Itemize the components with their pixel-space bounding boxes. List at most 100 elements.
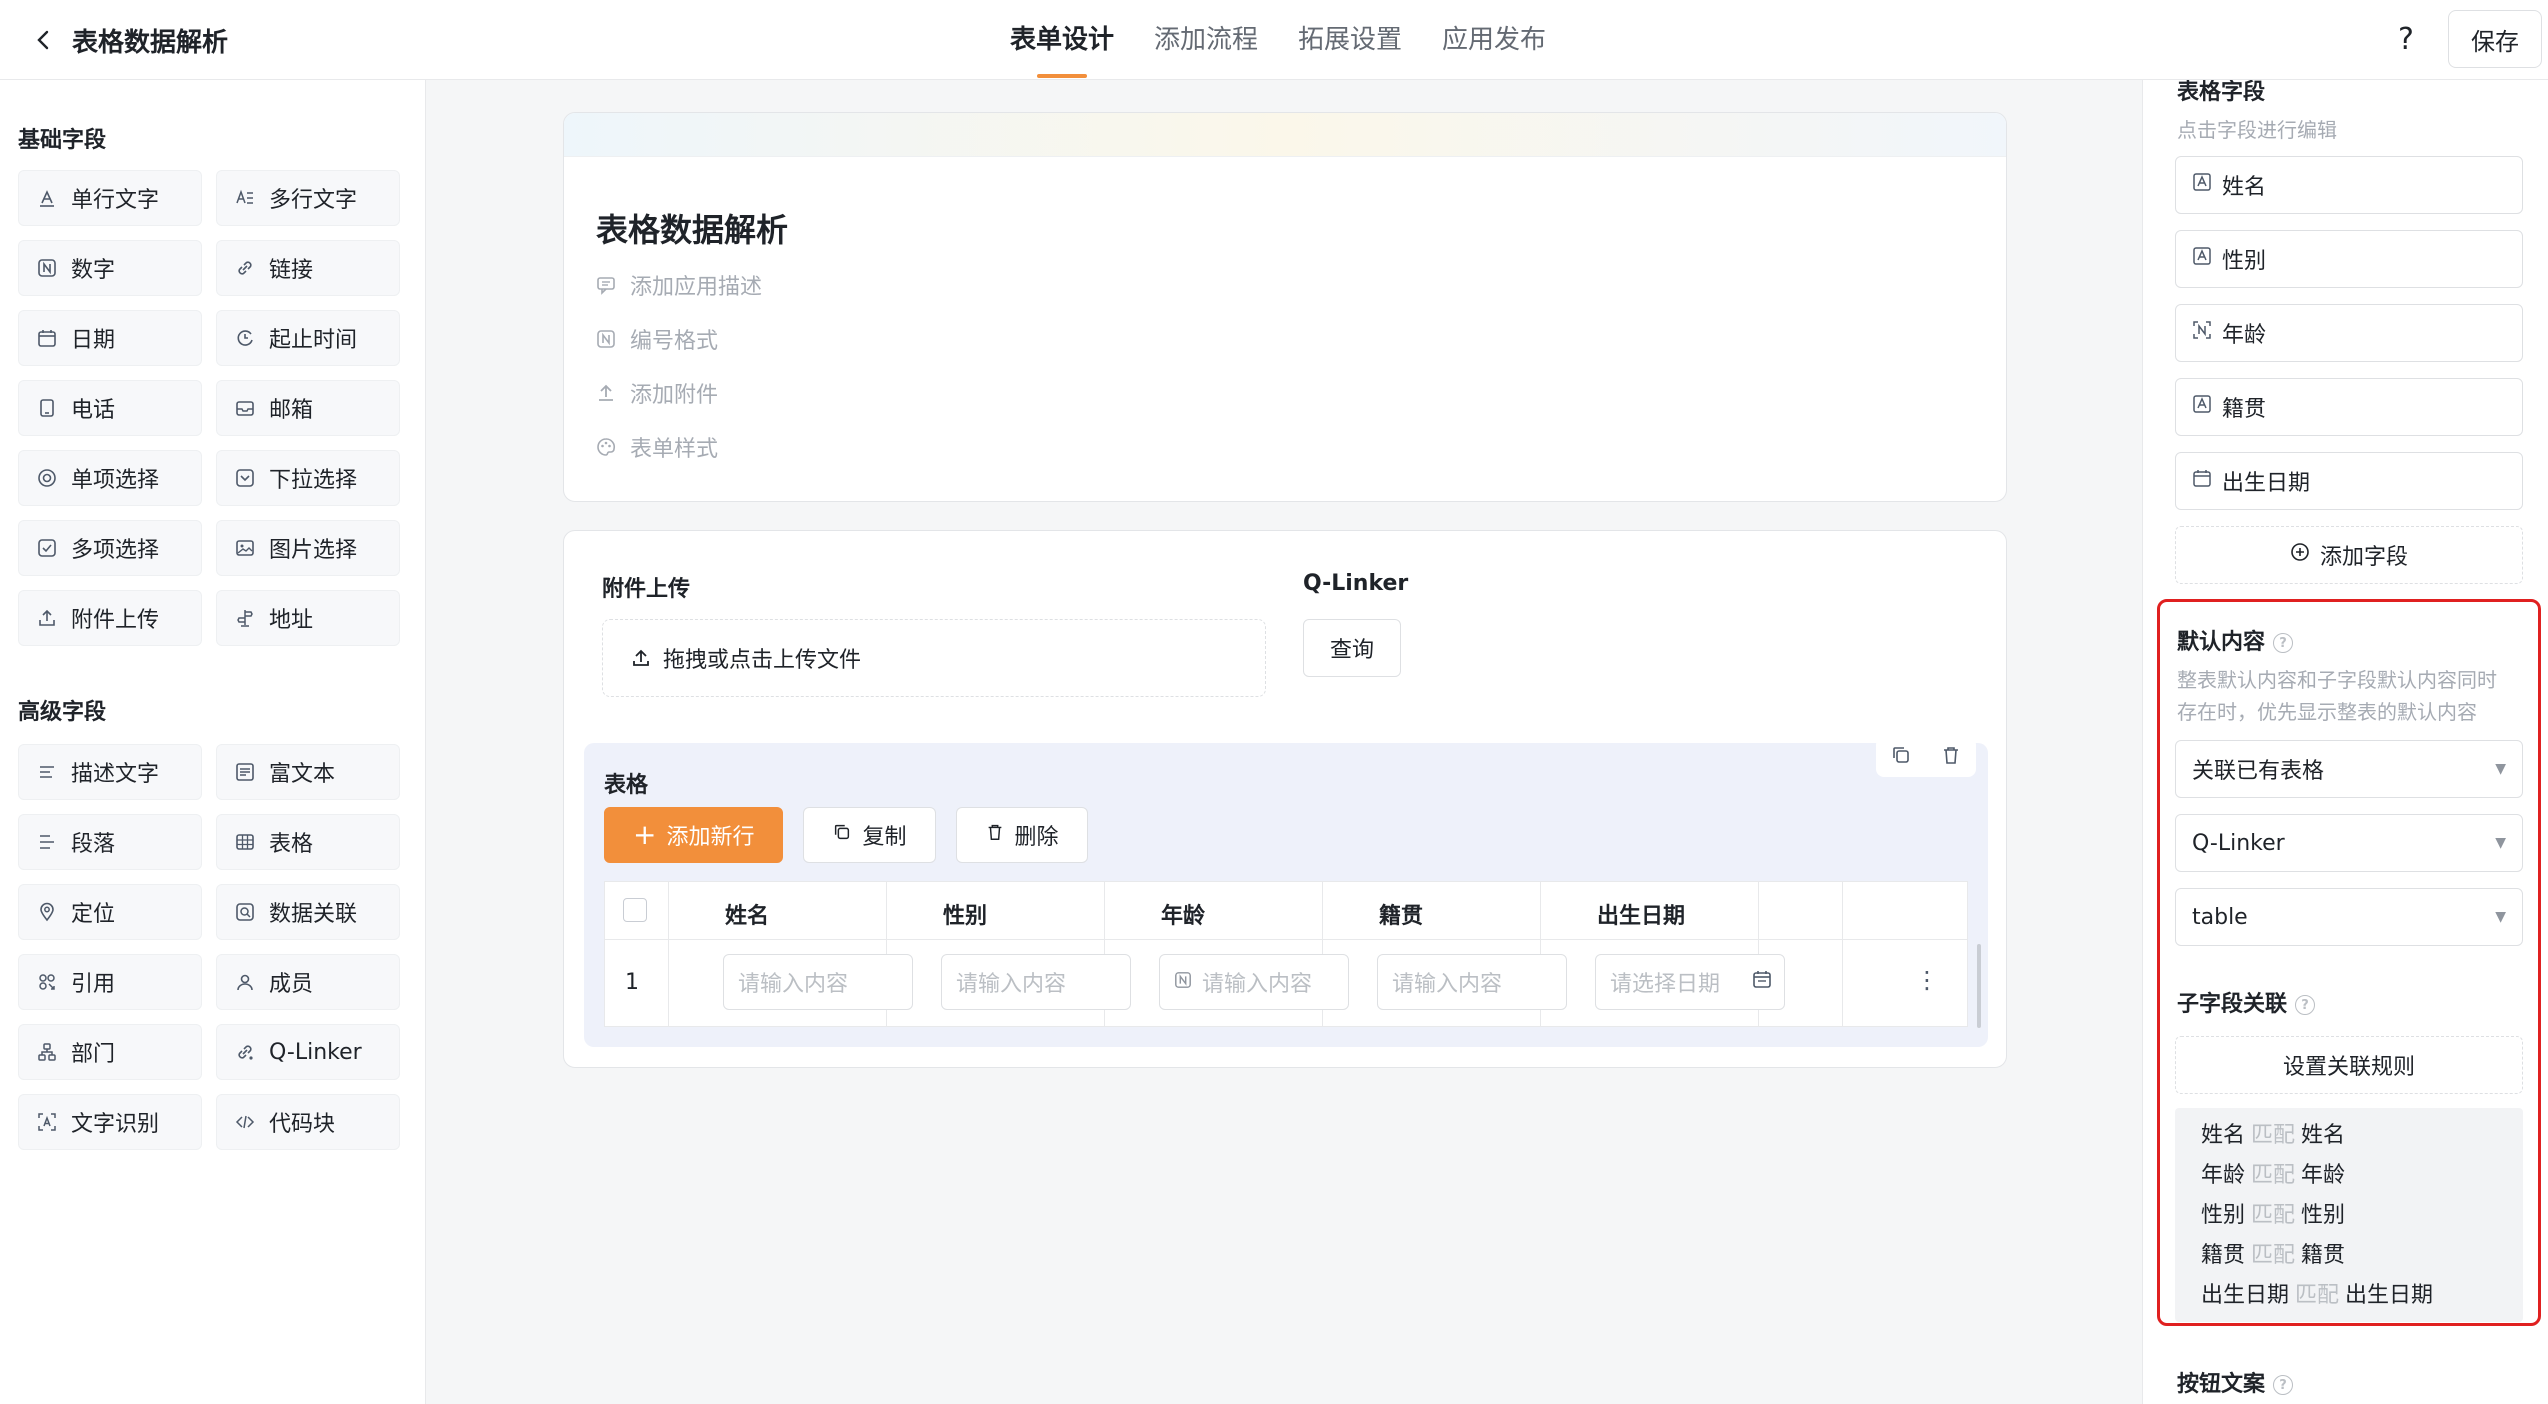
select-all-checkbox[interactable] bbox=[623, 898, 647, 922]
number-field-icon bbox=[2192, 320, 2212, 346]
field-type-code[interactable]: 代码块 bbox=[216, 1094, 400, 1150]
tab-extension-settings[interactable]: 拓展设置 bbox=[1298, 0, 1402, 80]
field-type-rich-text[interactable]: 富文本 bbox=[216, 744, 400, 800]
save-button[interactable]: 保存 bbox=[2448, 10, 2542, 68]
table-scrollbar[interactable] bbox=[1977, 944, 1981, 1028]
set-mapping-rule-button[interactable]: 设置关联规则 bbox=[2175, 1036, 2523, 1094]
birthdate-input[interactable]: 请选择日期 bbox=[1595, 954, 1785, 1010]
age-placeholder: 请输入内容 bbox=[1202, 972, 1313, 997]
table-field-label: 性别 bbox=[2222, 249, 2267, 274]
form-title[interactable]: 表格数据解析 bbox=[596, 205, 788, 251]
back-button[interactable] bbox=[24, 20, 64, 60]
column-header: 籍贯 bbox=[1379, 904, 1424, 929]
reference-icon bbox=[37, 972, 57, 992]
field-type-label: 引用 bbox=[71, 972, 116, 997]
text-field-icon bbox=[2192, 394, 2212, 420]
add-description-link[interactable]: 添加应用描述 bbox=[596, 269, 762, 301]
field-type-label: 多行文字 bbox=[269, 188, 358, 213]
tab-form-design[interactable]: 表单设计 bbox=[1010, 0, 1114, 80]
field-type-location[interactable]: 定位 bbox=[18, 884, 202, 940]
field-type-single-text[interactable]: 单行文字 bbox=[18, 170, 202, 226]
field-type-phone[interactable]: 电话 bbox=[18, 380, 202, 436]
default-content-desc: 整表默认内容和子字段默认内容同时 bbox=[2177, 668, 2497, 692]
field-type-mail[interactable]: 邮箱 bbox=[216, 380, 400, 436]
plus-icon: + bbox=[633, 818, 657, 851]
table-field-item[interactable]: 年龄 bbox=[2175, 304, 2523, 362]
mapping-source: 性别 bbox=[2201, 1203, 2246, 1228]
field-type-data-link[interactable]: 数据关联 bbox=[216, 884, 400, 940]
field-type-q-linker[interactable]: Q-Linker bbox=[216, 1024, 400, 1080]
table-row: 1 请输入内容 请输入内容 请输入内容 请输入内容 请选择日期 ⋮ bbox=[605, 940, 1967, 1028]
table-field-item[interactable]: 性别 bbox=[2175, 230, 2523, 288]
copy-row-label: 复制 bbox=[862, 825, 907, 850]
add-attachment-label: 添加附件 bbox=[630, 383, 719, 408]
field-type-table[interactable]: 表格 bbox=[216, 814, 400, 870]
field-type-ocr[interactable]: 文字识别 bbox=[18, 1094, 202, 1150]
add-field-button[interactable]: 添加字段 bbox=[2175, 526, 2523, 584]
field-type-member[interactable]: 成员 bbox=[216, 954, 400, 1010]
field-type-link[interactable]: 链接 bbox=[216, 240, 400, 296]
subfield-mapping-title: 子字段关联? bbox=[2177, 986, 2316, 1018]
file-upload-dropzone[interactable]: 拖拽或点击上传文件 bbox=[602, 619, 1266, 697]
table-field-item[interactable]: 姓名 bbox=[2175, 156, 2523, 214]
field-type-time-range[interactable]: 起止时间 bbox=[216, 310, 400, 366]
top-bar: 表格数据解析 表单设计 添加流程 拓展设置 应用发布 ? 保存 bbox=[0, 0, 2548, 80]
field-type-image[interactable]: 图片选择 bbox=[216, 520, 400, 576]
main-tabs: 表单设计 添加流程 拓展设置 应用发布 bbox=[1010, 0, 1546, 80]
field-type-address[interactable]: 地址 bbox=[216, 590, 400, 646]
mapping-target: 姓名 bbox=[2301, 1123, 2346, 1148]
mapping-row: 出生日期 匹配 出生日期 bbox=[2201, 1276, 2523, 1316]
field-type-department[interactable]: 部门 bbox=[18, 1024, 202, 1080]
field-type-upload[interactable]: 附件上传 bbox=[18, 590, 202, 646]
question-icon[interactable]: ? bbox=[2295, 995, 2316, 1015]
copy-icon bbox=[832, 822, 852, 848]
table-select[interactable]: table ▼ bbox=[2175, 888, 2523, 946]
form-style-link[interactable]: 表单样式 bbox=[596, 431, 718, 463]
add-attachment-link[interactable]: 添加附件 bbox=[596, 377, 718, 409]
query-button[interactable]: 查询 bbox=[1303, 619, 1401, 677]
field-type-radio[interactable]: 单项选择 bbox=[18, 450, 202, 506]
age-input[interactable]: 请输入内容 bbox=[1159, 954, 1349, 1010]
member-icon bbox=[235, 972, 255, 992]
field-type-dropdown[interactable]: 下拉选择 bbox=[216, 450, 400, 506]
hometown-input[interactable]: 请输入内容 bbox=[1377, 954, 1567, 1010]
field-type-label: 多项选择 bbox=[71, 538, 160, 563]
plus-circle-icon bbox=[2290, 542, 2310, 568]
field-type-checkbox[interactable]: 多项选择 bbox=[18, 520, 202, 576]
tab-app-publish[interactable]: 应用发布 bbox=[1442, 0, 1546, 80]
field-type-multi-text[interactable]: 多行文字 bbox=[216, 170, 400, 226]
question-icon[interactable]: ? bbox=[2273, 633, 2294, 653]
form-header-card[interactable]: 表格数据解析 添加应用描述 编号格式 添加附件 表单样式 bbox=[563, 112, 2007, 502]
tab-add-flow[interactable]: 添加流程 bbox=[1154, 0, 1258, 80]
copy-icon[interactable] bbox=[1890, 744, 1912, 770]
trash-icon[interactable] bbox=[1940, 744, 1962, 770]
source-type-select[interactable]: 关联已有表格 ▼ bbox=[2175, 740, 2523, 798]
add-row-button[interactable]: + 添加新行 bbox=[604, 807, 784, 863]
name-input[interactable]: 请输入内容 bbox=[723, 954, 913, 1010]
table-field[interactable]: 表格 + 添加新行 复制 删除 姓名 性别 年龄 籍贯 出生日期 1 请输入内容… bbox=[584, 737, 1988, 1047]
table-field-item[interactable]: 籍贯 bbox=[2175, 378, 2523, 436]
field-type-label: 段落 bbox=[71, 832, 116, 857]
question-icon[interactable]: ? bbox=[2273, 1375, 2294, 1395]
field-type-label: 定位 bbox=[71, 902, 116, 927]
field-type-paragraph[interactable]: 段落 bbox=[18, 814, 202, 870]
form-canvas: 表格数据解析 添加应用描述 编号格式 添加附件 表单样式 附件上传 拖拽或点击上… bbox=[427, 80, 2141, 1404]
help-button[interactable]: ? bbox=[2384, 18, 2428, 62]
copy-row-button[interactable]: 复制 bbox=[803, 807, 936, 863]
match-word: 匹配 bbox=[2251, 1163, 2296, 1188]
row-index: 1 bbox=[625, 970, 639, 995]
row-more-button[interactable]: ⋮ bbox=[1915, 966, 1939, 994]
field-type-reference[interactable]: 引用 bbox=[18, 954, 202, 1010]
mail-icon bbox=[235, 398, 255, 418]
table-field-item[interactable]: 出生日期 bbox=[2175, 452, 2523, 510]
field-type-calendar[interactable]: 日期 bbox=[18, 310, 202, 366]
add-row-label: 添加新行 bbox=[666, 825, 755, 850]
number-format-link[interactable]: 编号格式 bbox=[596, 323, 718, 355]
field-type-description[interactable]: 描述文字 bbox=[18, 744, 202, 800]
app-select[interactable]: Q-Linker ▼ bbox=[2175, 814, 2523, 872]
gender-input[interactable]: 请输入内容 bbox=[941, 954, 1131, 1010]
field-type-number[interactable]: 数字 bbox=[18, 240, 202, 296]
delete-row-button[interactable]: 删除 bbox=[955, 807, 1088, 863]
basic-fields-grid: 单行文字 多行文字数字 链接 日期 起止时间 电话 邮箱 单项选择 下拉选择多项选择 图片选择 附件… bbox=[18, 170, 404, 646]
mapping-source: 出生日期 bbox=[2201, 1283, 2290, 1308]
